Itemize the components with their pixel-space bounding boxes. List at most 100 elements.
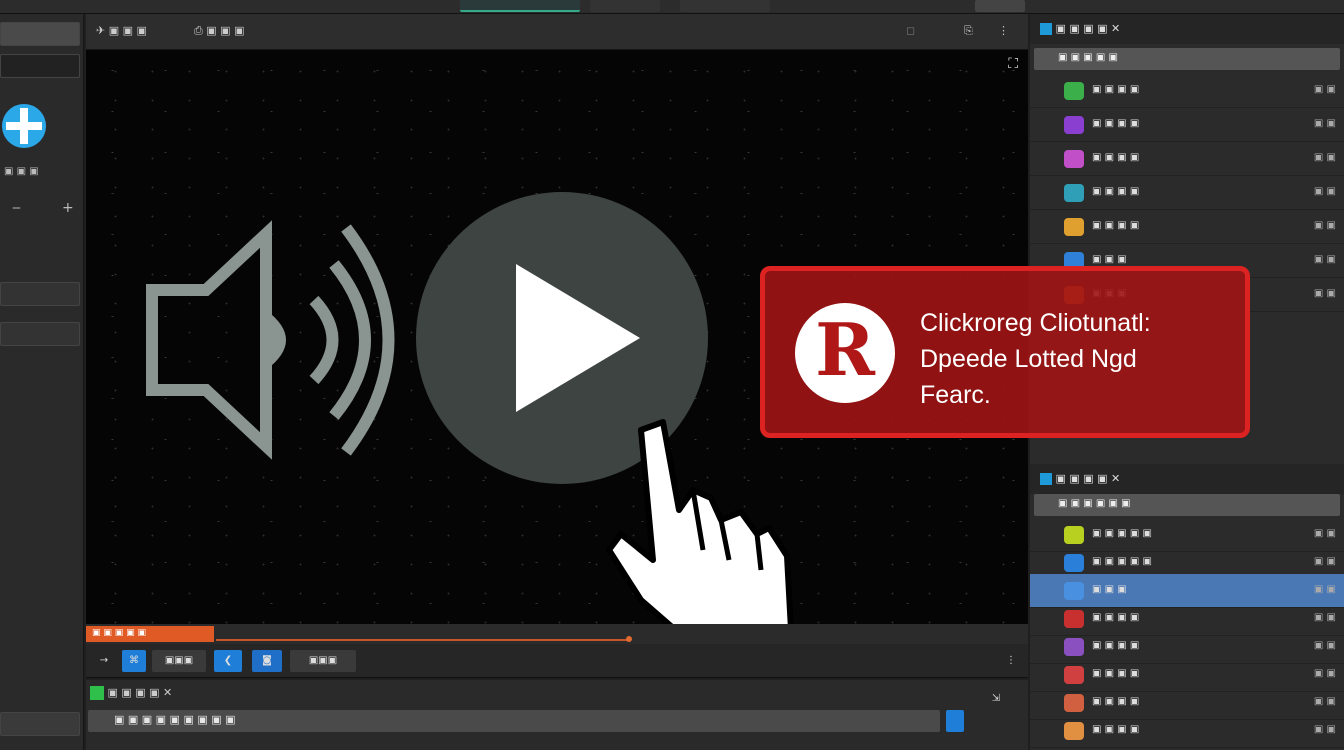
item-label: ▣ ▣ ▣ ▣ ▣	[1092, 556, 1152, 567]
bottom-panel-header: ▣ ▣ ▣ ▣ ✕	[90, 686, 172, 700]
left-row-5[interactable]	[0, 712, 80, 736]
item-meta: ▣ ▣	[1313, 640, 1336, 651]
toolbar-save-icon[interactable]: ⎘	[964, 24, 973, 38]
toolbar-item-file-label: ▣ ▣ ▣	[206, 24, 245, 37]
bottom-panel: ▣ ▣ ▣ ▣ ✕ ▣ ▣ ▣ ▣ ▣ ▣ ▣ ▣ ▣ ⇲	[86, 680, 1028, 750]
item-meta: ▣ ▣	[1313, 696, 1336, 707]
green-status-icon	[90, 686, 104, 700]
item-meta: ▣ ▣	[1313, 220, 1336, 231]
item-label: ▣ ▣ ▣ ▣	[1092, 612, 1140, 623]
item-label: ▣ ▣ ▣ ▣	[1092, 220, 1140, 231]
item-label: ▣ ▣ ▣	[1092, 254, 1127, 265]
left-label: ▣ ▣ ▣	[4, 166, 39, 177]
toolbar-menu-icon[interactable]: ⋮	[998, 24, 1009, 37]
speed-button[interactable]: ▣▣▣	[152, 650, 206, 672]
bottom-panel-title: ▣ ▣ ▣ ▣ ✕	[107, 686, 173, 699]
viewport-toolbar: ✈ ▣ ▣ ▣ ⎙ ▣ ▣ ▣ ◻ ⎘ ⋮	[86, 14, 1028, 50]
top-tab-b[interactable]	[590, 0, 660, 12]
right-top-subbar[interactable]: ▣ ▣ ▣ ▣ ▣	[1034, 48, 1340, 70]
item-meta: ▣ ▣	[1313, 724, 1336, 735]
item-label: ▣ ▣ ▣ ▣	[1092, 118, 1140, 129]
bottom-blue-button[interactable]	[946, 710, 964, 732]
brand-logo: R	[795, 303, 895, 403]
item-thumbnail-icon	[1064, 722, 1084, 740]
brand-logo-letter: R	[815, 307, 875, 392]
item-thumbnail-icon	[1064, 82, 1084, 100]
left-panel: ▣ ▣ ▣ ‒ +	[0, 14, 84, 750]
item-label: ▣ ▣ ▣ ▣	[1092, 640, 1140, 651]
fullscreen-icon[interactable]: ⛶	[1008, 56, 1018, 72]
item-thumbnail-icon	[1064, 218, 1084, 236]
left-row-4[interactable]	[0, 322, 80, 346]
top-menu-bar	[0, 0, 1344, 14]
right-bottom-subbar[interactable]: ▣ ▣ ▣ ▣ ▣ ▣	[1034, 494, 1340, 516]
item-thumbnail-icon	[1064, 554, 1084, 572]
list-item[interactable]: ▣ ▣ ▣ ▣ ▣ ▣	[1030, 142, 1344, 176]
item-label: ▣ ▣ ▣ ▣	[1092, 668, 1140, 679]
item-label: ▣ ▣ ▣ ▣	[1092, 186, 1140, 197]
bottom-panel-bar[interactable]: ▣ ▣ ▣ ▣ ▣ ▣ ▣ ▣ ▣	[88, 710, 940, 732]
list-item[interactable]: ▣ ▣ ▣ ▣ ▣ ▣	[1030, 74, 1344, 108]
item-meta: ▣ ▣	[1313, 84, 1336, 95]
item-meta: ▣ ▣	[1313, 584, 1336, 595]
toolbar-item-file[interactable]: ⎙ ▣ ▣ ▣	[194, 24, 244, 38]
item-thumbnail-icon	[1064, 610, 1084, 628]
mode-button[interactable]: ▣▣▣	[290, 650, 356, 672]
play-icon	[516, 264, 640, 412]
navigation-cross-icon[interactable]	[0, 102, 48, 150]
item-label: ▣ ▣ ▣ ▣	[1092, 152, 1140, 163]
item-meta: ▣ ▣	[1313, 528, 1336, 539]
list-item[interactable]: ▣ ▣ ▣ ▣ ▣ ▣	[1030, 210, 1344, 244]
toolbar-item-move[interactable]: ✈ ▣ ▣ ▣	[96, 24, 147, 37]
right-bottom-panel: ▣ ▣ ▣ ▣ ✕ ▣ ▣ ▣ ▣ ▣ ▣ ▣ ▣ ▣ ▣ ▣ ▣ ▣ ▣ ▣ ▣ …	[1030, 464, 1344, 750]
panel-icon	[1040, 23, 1052, 35]
item-meta: ▣ ▣	[1313, 152, 1336, 163]
item-thumbnail-icon	[1064, 582, 1084, 600]
panel-icon	[1040, 473, 1052, 485]
banner-line-1: Clickroreg Cliotunatl:	[920, 309, 1151, 337]
add-button[interactable]: +	[62, 200, 74, 216]
list-item[interactable]: ▣ ▣ ▣ ▣ ▣ ▣	[1030, 176, 1344, 210]
right-bottom-title: ▣ ▣ ▣ ▣ ✕	[1055, 472, 1121, 485]
list-item[interactable]: ▣ ▣ ▣ ▣ ▣ ▣	[1030, 108, 1344, 142]
item-label: ▣ ▣ ▣ ▣	[1092, 724, 1140, 735]
bottom-menu-icon[interactable]: ⇲	[986, 688, 1006, 710]
controls-menu-icon[interactable]: ⋮	[1004, 650, 1018, 672]
top-tab-d[interactable]	[975, 0, 1025, 12]
item-meta: ▣ ▣	[1313, 556, 1336, 567]
item-thumbnail-icon	[1064, 666, 1084, 684]
item-label: ▣ ▣ ▣ ▣ ▣	[1092, 528, 1152, 539]
left-row-3[interactable]	[0, 282, 80, 306]
item-meta: ▣ ▣	[1313, 668, 1336, 679]
item-label: ▣ ▣ ▣	[1092, 584, 1127, 595]
item-thumbnail-icon	[1064, 694, 1084, 712]
list-item[interactable]: ▣ ▣ ▣ ▣ ▣ ▣	[1030, 714, 1344, 748]
collapse-button[interactable]: ‒	[12, 200, 21, 216]
left-field-2[interactable]	[0, 54, 80, 78]
rewind-button[interactable]: ❮	[214, 650, 242, 672]
item-thumbnail-icon	[1064, 526, 1084, 544]
promo-banner[interactable]: R Clickroreg Cliotunatl: Dpeede Lotted N…	[760, 266, 1250, 438]
item-thumbnail-icon	[1064, 116, 1084, 134]
right-top-title: ▣ ▣ ▣ ▣ ✕	[1055, 22, 1121, 35]
timeline[interactable]: ▣ ▣ ▣ ▣ ▣	[86, 624, 1028, 644]
toolbar-item-move-label: ▣ ▣ ▣	[108, 24, 147, 37]
frame-button[interactable]: ⌘	[122, 650, 146, 672]
right-top-header: ▣ ▣ ▣ ▣ ✕	[1030, 14, 1344, 44]
banner-line-2: Dpeede Lotted Ngd	[920, 345, 1137, 373]
item-thumbnail-icon	[1064, 638, 1084, 656]
top-tab-c[interactable]	[680, 0, 770, 12]
item-thumbnail-icon	[1064, 184, 1084, 202]
volume-icon[interactable]	[146, 220, 406, 460]
playback-controls: → ⌘ ▣▣▣ ❮ ◙ ▣▣▣ ⋮	[86, 644, 1028, 678]
top-tab-a[interactable]	[460, 0, 580, 12]
right-bottom-header: ▣ ▣ ▣ ▣ ✕	[1030, 464, 1344, 494]
left-search-field[interactable]	[0, 22, 80, 46]
toolbar-dot-icon[interactable]: ◻	[906, 24, 915, 37]
timeline-track[interactable]	[216, 639, 630, 641]
step-arrow-icon[interactable]: →	[90, 650, 118, 672]
loop-button[interactable]: ◙	[252, 650, 282, 672]
timeline-played-region[interactable]: ▣ ▣ ▣ ▣ ▣	[86, 626, 214, 642]
item-label: ▣ ▣ ▣ ▣	[1092, 696, 1140, 707]
timeline-playhead[interactable]	[626, 636, 632, 642]
